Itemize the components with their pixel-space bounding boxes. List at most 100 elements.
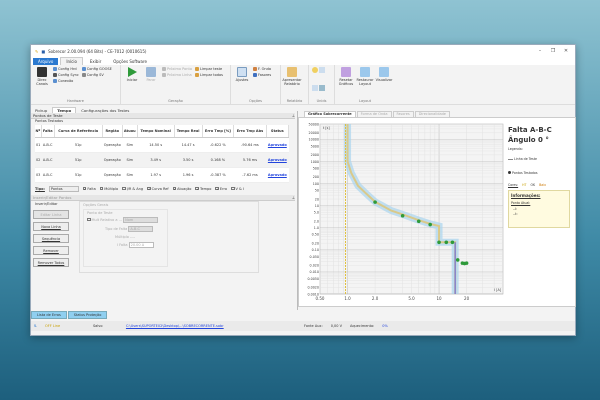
status-cell[interactable]: Aprovado bbox=[266, 167, 289, 183]
direc-canais-button[interactable]: Direc Canais bbox=[34, 67, 50, 102]
tab-arquivo[interactable]: Arquivo bbox=[33, 58, 59, 65]
conexao-button[interactable]: Conexão bbox=[53, 79, 79, 83]
label: Config Sync bbox=[58, 73, 79, 77]
label: Config SV bbox=[86, 73, 104, 77]
visualizar-button[interactable]: Visualizar bbox=[376, 67, 392, 102]
label: Fasores bbox=[258, 73, 272, 77]
ifalta-input[interactable]: 20.00 A bbox=[128, 241, 154, 248]
fasores-button[interactable]: Fasores bbox=[253, 73, 271, 77]
column-header[interactable]: Curva de Referência bbox=[54, 125, 103, 138]
test-point bbox=[437, 240, 441, 245]
tab-opcoes-software[interactable]: Opções Software bbox=[108, 58, 152, 65]
checkbox-box[interactable]: ✓ bbox=[215, 186, 219, 191]
checkbox-box[interactable] bbox=[122, 186, 126, 191]
column-header[interactable]: Atuou bbox=[122, 125, 138, 138]
checkbox-box[interactable] bbox=[231, 186, 235, 191]
column-header[interactable]: Tempo Nominal bbox=[137, 125, 175, 138]
table-row[interactable]: 03 A-B-C 51p Operação Sim 1.97 s 1.96 s -0.387 … bbox=[35, 167, 289, 183]
parar-button[interactable]: Parar bbox=[143, 67, 159, 102]
tab-configuracoes[interactable]: Configurações dos Testes bbox=[77, 108, 133, 113]
column-header[interactable]: Status bbox=[266, 125, 290, 138]
pin-icon[interactable]: ⊥ bbox=[292, 113, 295, 118]
proximo-ponto-button[interactable]: Próximo Ponto bbox=[162, 67, 192, 71]
x-tick-label: 2.0 bbox=[372, 296, 379, 301]
config-sync-button[interactable]: Config Sync bbox=[53, 73, 79, 77]
bottom-tabs: Lista de Erros Status Proteção bbox=[31, 311, 108, 319]
tab-status-protecao[interactable]: Status Proteção bbox=[67, 311, 108, 319]
f-onda-button[interactable]: F. Onda bbox=[253, 67, 271, 71]
close-button[interactable]: ✕ bbox=[561, 48, 571, 54]
filter-checkbox[interactable]: ✓Tempo bbox=[195, 187, 211, 191]
y-tick-label: 0.0020 bbox=[307, 286, 319, 290]
ajustes-button[interactable]: Ajustes bbox=[234, 67, 250, 102]
proxima-linha-button[interactable]: Próxima Linha bbox=[162, 73, 192, 77]
options-title: Opções Gerais bbox=[83, 202, 109, 207]
column-header[interactable]: Erro Tmp Abs bbox=[233, 125, 267, 138]
limpar-todos-button[interactable]: Limpar todos bbox=[195, 73, 223, 77]
resetar-graficos-button[interactable]: Resetar Gráficos bbox=[338, 67, 354, 102]
iniciar-button[interactable]: Iniciar bbox=[124, 67, 140, 102]
column-header[interactable]: Falta bbox=[41, 125, 55, 138]
unit-icon[interactable] bbox=[319, 67, 325, 73]
nova-linha-button[interactable]: Nova Linha bbox=[33, 221, 69, 231]
mult-select[interactable]: Nom bbox=[123, 216, 159, 223]
remover-todos-button[interactable]: Remover Todos bbox=[33, 257, 69, 267]
tab-inicio[interactable]: Início bbox=[60, 57, 83, 65]
tab-lista-de-erros[interactable]: Lista de Erros bbox=[31, 311, 67, 319]
ponto-atual-label: Ponto Atual: bbox=[511, 201, 531, 205]
apresentar-relatorio-button[interactable]: Apresentar Relatório bbox=[282, 67, 302, 102]
overcurrent-chart[interactable]: 0.50 1.0 2.0 5.0 10 2050000200001000050002000… bbox=[299, 118, 509, 308]
tab-exibir[interactable]: Exibir bbox=[85, 58, 106, 65]
table-row[interactable]: 01 A-B-C 51p Operação Sim 14.50 s 14.47 s -0.62… bbox=[35, 137, 289, 153]
tipo-select[interactable]: Pontos bbox=[48, 185, 79, 192]
label: Config GOOSE bbox=[86, 67, 112, 71]
ponto-teste-group: Ponto de Teste Mult Relativo a ... Nom T… bbox=[83, 208, 168, 267]
minimize-button[interactable]: – bbox=[535, 48, 545, 54]
pin-icon[interactable]: ⊥ bbox=[292, 195, 295, 200]
sequencia-button[interactable]: Sequência bbox=[33, 233, 69, 243]
status-cell[interactable]: Aprovado bbox=[266, 152, 289, 168]
restaurar-layout-button[interactable]: Restaurar Layout bbox=[357, 67, 374, 102]
title-bar: ✎ ■ Sobrecor 2.00.094 (64 Bits) - CE-701… bbox=[31, 45, 575, 57]
reset-chart-icon bbox=[341, 67, 351, 77]
status-cell[interactable]: Aprovado bbox=[266, 137, 289, 153]
column-header[interactable]: Erro Tmp [%] bbox=[202, 125, 235, 138]
filter-checkbox[interactable]: Múltiplo bbox=[99, 186, 118, 191]
units-icons[interactable] bbox=[312, 67, 325, 102]
filter-checkbox[interactable]: V & I bbox=[231, 187, 244, 191]
file-path-link[interactable]: C:\Users\SUPORTE02\Desktop\...\SOBRECORR… bbox=[126, 324, 266, 328]
filter-checkbox[interactable]: ✓Atuação bbox=[172, 186, 191, 191]
unit-icon[interactable] bbox=[312, 67, 318, 73]
table-cell: 1.97 s bbox=[137, 167, 175, 183]
config-hrd-button[interactable]: Config Hrd bbox=[53, 67, 79, 71]
y-tick-label: 0.010 bbox=[310, 270, 319, 274]
remover-button[interactable]: Remover bbox=[33, 245, 69, 255]
editor-body: Inserir/Editar Editar Linha Nova Linha S… bbox=[31, 200, 295, 281]
filter-checkbox[interactable]: I/R & Ang bbox=[122, 187, 143, 191]
filter-checkbox[interactable]: ✓Erro bbox=[215, 187, 227, 191]
checkbox-box[interactable]: ✓ bbox=[82, 186, 86, 191]
filter-checkbox[interactable]: ✓Falta bbox=[82, 186, 96, 191]
column-header[interactable]: Tempo Real bbox=[174, 125, 203, 138]
column-header[interactable]: Região bbox=[102, 125, 123, 138]
save-icon[interactable]: ■ bbox=[41, 49, 45, 54]
unit-icon[interactable] bbox=[312, 85, 318, 91]
editar-linha-button[interactable]: Editar Linha bbox=[33, 209, 69, 219]
unit-icon[interactable] bbox=[319, 85, 325, 91]
checkbox-box[interactable]: ✓ bbox=[147, 186, 151, 191]
checkbox-box[interactable]: ✓ bbox=[195, 186, 199, 191]
table-row[interactable]: 02 A-B-C 51p Operação Sim 3.49 s 3.50 s 0.168 %… bbox=[35, 152, 289, 168]
limpar-teste-button[interactable]: Limpar teste bbox=[195, 67, 223, 71]
table-cell: 14.47 s bbox=[174, 137, 203, 153]
x-tick-label: 10 bbox=[436, 296, 442, 301]
config-sv-button[interactable]: Config SV bbox=[81, 73, 112, 77]
mult-checkbox[interactable] bbox=[87, 217, 91, 222]
tipo-falta-select[interactable]: A-B-C bbox=[128, 225, 154, 232]
maximize-button[interactable]: ❐ bbox=[548, 48, 558, 54]
config-goose-button[interactable]: Config GOOSE bbox=[81, 67, 112, 71]
checkbox-box[interactable]: ✓ bbox=[172, 186, 176, 191]
filter-checkbox[interactable]: ✓Curva Ref bbox=[147, 187, 169, 191]
checkbox-box[interactable] bbox=[99, 186, 104, 191]
next-icon bbox=[162, 67, 166, 71]
refresh-icon[interactable]: ⇅ bbox=[34, 324, 37, 328]
